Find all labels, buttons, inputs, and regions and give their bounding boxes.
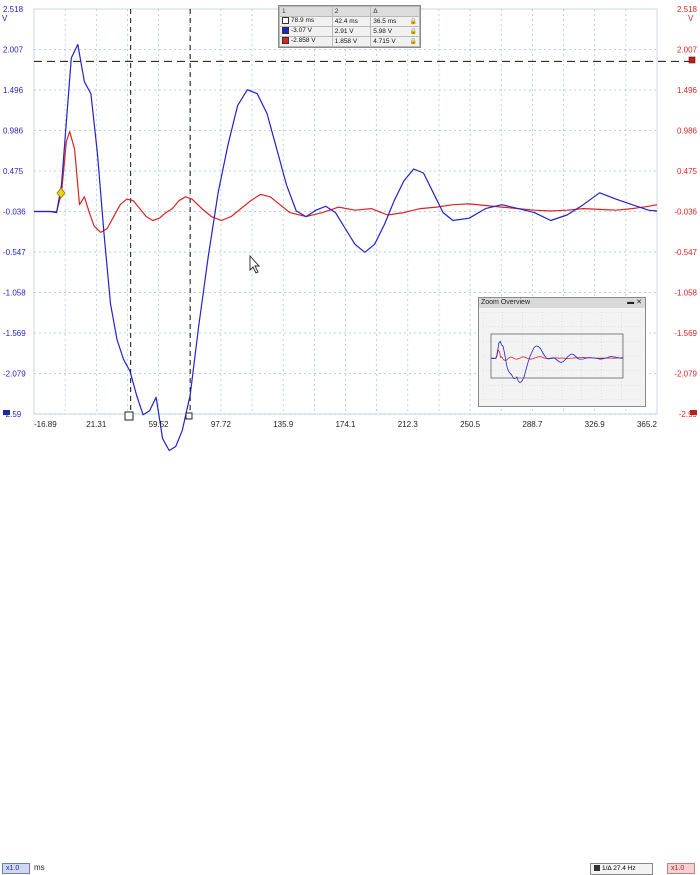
zoom-channel-a-trace bbox=[491, 340, 623, 383]
right-axis-tick-label: -2.079 bbox=[674, 370, 697, 379]
x-axis-tick-label: 97.72 bbox=[211, 420, 232, 429]
row-time-value-1: 78.9 ms bbox=[291, 17, 315, 25]
table-row: -2.858 V 1.858 V 4.715 V 🔒 bbox=[279, 36, 420, 47]
header-delta: Δ bbox=[370, 6, 420, 17]
row-channel-a-delta: 5.98 V bbox=[373, 27, 393, 35]
left-axis-tick-label: 1.496 bbox=[3, 86, 24, 95]
row-time-value-2: 42.4 ms bbox=[331, 16, 372, 27]
left-axis-tick-label: 0.986 bbox=[3, 127, 24, 136]
x-axis-tick-label: 212.3 bbox=[398, 420, 419, 429]
right-axis-tick-label: -1.569 bbox=[674, 329, 697, 338]
close-icon[interactable]: ✕ bbox=[636, 299, 642, 306]
channel-b-swatch-icon bbox=[282, 37, 289, 45]
x-axis-tick-label: 174.1 bbox=[335, 420, 356, 429]
header-cursor-1: 1 bbox=[279, 6, 333, 17]
right-multiplier[interactable]: x1.0 bbox=[667, 863, 695, 874]
row-channel-b-value-1: -2.858 V bbox=[291, 37, 316, 45]
right-unit-label: V bbox=[688, 14, 694, 23]
right-axis-tick-label: -0.036 bbox=[674, 208, 697, 217]
zoom-overview-title: Zoom Overview bbox=[481, 299, 531, 306]
lock-icon[interactable]: 🔒 bbox=[410, 18, 417, 26]
cursor-measurements-table[interactable]: 1 2 Δ 78.9 ms 42.4 ms 36.5 ms 🔒 -3.07 V 2… bbox=[278, 5, 421, 48]
x-axis-tick-label: 59.52 bbox=[149, 420, 170, 429]
right-axis-tick-label: 2.518 bbox=[677, 5, 698, 14]
table-row: -3.07 V 2.91 V 5.98 V 🔒 bbox=[279, 26, 420, 37]
x-axis: -16.89 21.31 59.52 97.72 135.9 174.1 212.3 250.… bbox=[34, 420, 658, 429]
x-axis-tick-label: 135.9 bbox=[273, 420, 294, 429]
left-axis-tick-label: 2.518 bbox=[3, 5, 24, 14]
left-axis: 2.518 2.007 1.496 0.986 0.475 -0.036 -0.547 -1.… bbox=[3, 5, 26, 419]
frequency-value: 27.4 Hz bbox=[613, 865, 636, 872]
row-channel-a-value-2: 2.91 V bbox=[331, 26, 372, 37]
left-unit-label: V bbox=[2, 14, 8, 23]
left-axis-tick-label: 2.007 bbox=[3, 46, 24, 55]
x-unit-label[interactable]: ms bbox=[34, 863, 45, 872]
table-row: 78.9 ms 42.4 ms 36.5 ms 🔒 bbox=[279, 16, 420, 27]
left-ruler-handle[interactable] bbox=[3, 410, 10, 415]
left-axis-tick-label: -0.036 bbox=[3, 208, 26, 217]
minimize-icon[interactable]: ▬ bbox=[627, 299, 634, 306]
right-axis-tick-label: -1.058 bbox=[674, 289, 697, 298]
right-ruler-handle[interactable] bbox=[690, 410, 697, 415]
zoom-overview-title-bar[interactable]: Zoom Overview ▬ ✕ bbox=[479, 298, 645, 308]
x-axis-tick-label: -16.89 bbox=[34, 420, 57, 429]
status-bar: x1.0 ms 1/Δ 27.4 Hz x1.0 bbox=[0, 431, 700, 875]
right-axis-tick-label: 0.986 bbox=[677, 127, 698, 136]
time-cursor-swatch-icon bbox=[594, 865, 600, 872]
right-axis-tick-label: 0.475 bbox=[677, 167, 698, 176]
zoom-overview-preview[interactable] bbox=[483, 312, 641, 400]
left-axis-tick-label: -1.569 bbox=[3, 329, 26, 338]
left-multiplier[interactable]: x1.0 bbox=[2, 863, 30, 874]
frequency-readout: 1/Δ 27.4 Hz bbox=[590, 863, 653, 875]
left-axis-tick-label: -0.547 bbox=[3, 248, 26, 257]
horizontal-cursor-handle[interactable] bbox=[688, 56, 696, 64]
x-axis-tick-label: 21.31 bbox=[86, 420, 107, 429]
lock-icon[interactable]: 🔒 bbox=[410, 38, 417, 46]
cursor-1-handle[interactable] bbox=[124, 411, 134, 421]
x-axis-tick-label: 288.7 bbox=[522, 420, 543, 429]
right-axis-tick-label: 1.496 bbox=[677, 86, 698, 95]
time-cursor-swatch-icon bbox=[282, 17, 289, 25]
frequency-prefix: 1/Δ bbox=[602, 865, 612, 872]
lock-icon[interactable]: 🔒 bbox=[410, 28, 417, 36]
row-time-delta: 36.5 ms bbox=[373, 17, 397, 25]
zoom-overview-panel[interactable]: Zoom Overview ▬ ✕ bbox=[478, 297, 646, 407]
row-channel-b-delta: 4.715 V bbox=[373, 37, 396, 45]
left-axis-tick-label: -2.079 bbox=[3, 370, 26, 379]
left-axis-tick-label: -1.058 bbox=[3, 289, 26, 298]
header-cursor-2: 2 bbox=[331, 6, 372, 17]
channel-a-swatch-icon bbox=[282, 27, 289, 35]
x-axis-tick-label: 326.9 bbox=[585, 420, 606, 429]
right-axis-tick-label: 2.007 bbox=[677, 46, 698, 55]
left-axis-tick-label: 0.475 bbox=[3, 167, 24, 176]
row-channel-b-value-2: 1.858 V bbox=[331, 36, 372, 47]
cursor-2-handle[interactable] bbox=[185, 412, 193, 420]
x-axis-tick-label: 365.2 bbox=[637, 420, 658, 429]
right-axis: 2.518 2.007 1.496 0.986 0.475 -0.036 -0.547 -1.… bbox=[674, 5, 697, 419]
right-axis-tick-label: -0.547 bbox=[674, 248, 697, 257]
row-channel-a-value-1: -3.07 V bbox=[291, 27, 312, 35]
x-axis-tick-label: 250.5 bbox=[460, 420, 481, 429]
